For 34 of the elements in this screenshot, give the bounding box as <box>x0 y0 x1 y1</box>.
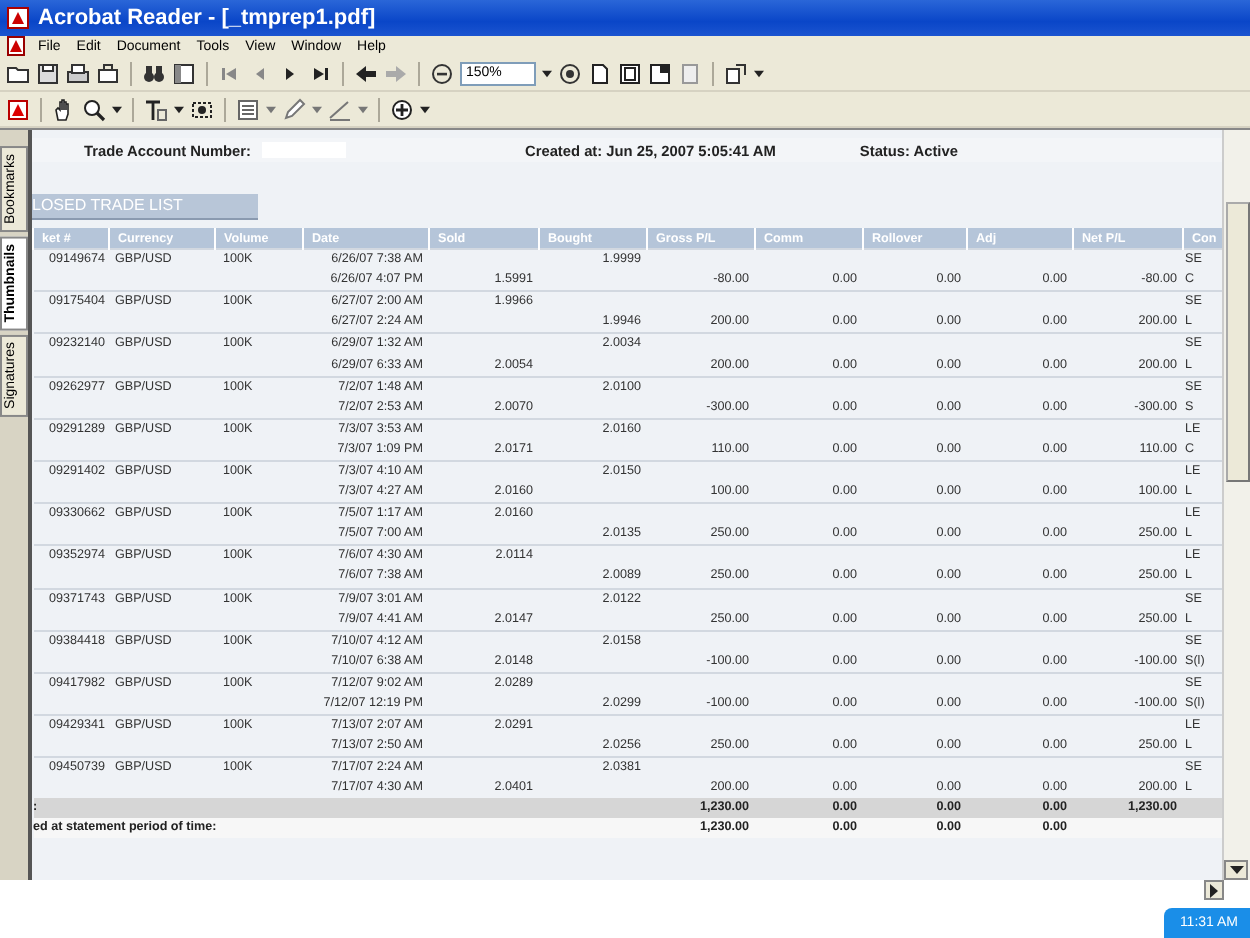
caret-icon[interactable] <box>754 69 764 77</box>
scroll-right-button[interactable] <box>1204 880 1224 900</box>
caret-icon[interactable] <box>420 105 430 113</box>
scroll-down-button[interactable] <box>1224 860 1248 880</box>
scrollbar-thumb[interactable] <box>1226 202 1250 482</box>
snapshot-icon[interactable] <box>190 97 214 121</box>
page-icon[interactable] <box>588 61 612 85</box>
down-arrow-icon <box>1229 866 1243 874</box>
pdf-icon[interactable] <box>6 97 30 121</box>
pencil-icon[interactable] <box>282 97 306 121</box>
document-icon[interactable] <box>6 36 26 56</box>
caret-icon[interactable] <box>542 69 552 77</box>
window-title: Acrobat Reader - [_tmprep1.pdf] <box>38 6 376 30</box>
print-icon[interactable] <box>66 61 90 85</box>
right-arrow-icon <box>1210 883 1218 897</box>
back-arrow-icon[interactable] <box>354 61 378 85</box>
text-select-icon[interactable] <box>144 97 168 121</box>
magnifier-icon[interactable] <box>82 97 106 121</box>
fit-width-icon[interactable] <box>648 61 672 85</box>
caret-icon[interactable] <box>174 105 184 113</box>
rotate-icon[interactable] <box>724 61 748 85</box>
section-title: LOSED TRADE LIST <box>32 194 258 220</box>
zoom-out-icon[interactable] <box>430 61 454 85</box>
vertical-scrollbar[interactable] <box>1222 130 1250 880</box>
line-tool-icon[interactable] <box>328 97 352 121</box>
binoculars-icon[interactable] <box>142 61 166 85</box>
document-icon <box>6 6 30 30</box>
save-icon[interactable] <box>36 61 60 85</box>
caret-icon[interactable] <box>112 105 122 113</box>
note-icon[interactable] <box>236 97 260 121</box>
open-folder-icon[interactable] <box>6 61 30 85</box>
panel-icon[interactable] <box>172 61 196 85</box>
fit-page-icon[interactable] <box>618 61 642 85</box>
zoom-in-icon[interactable] <box>558 61 582 85</box>
